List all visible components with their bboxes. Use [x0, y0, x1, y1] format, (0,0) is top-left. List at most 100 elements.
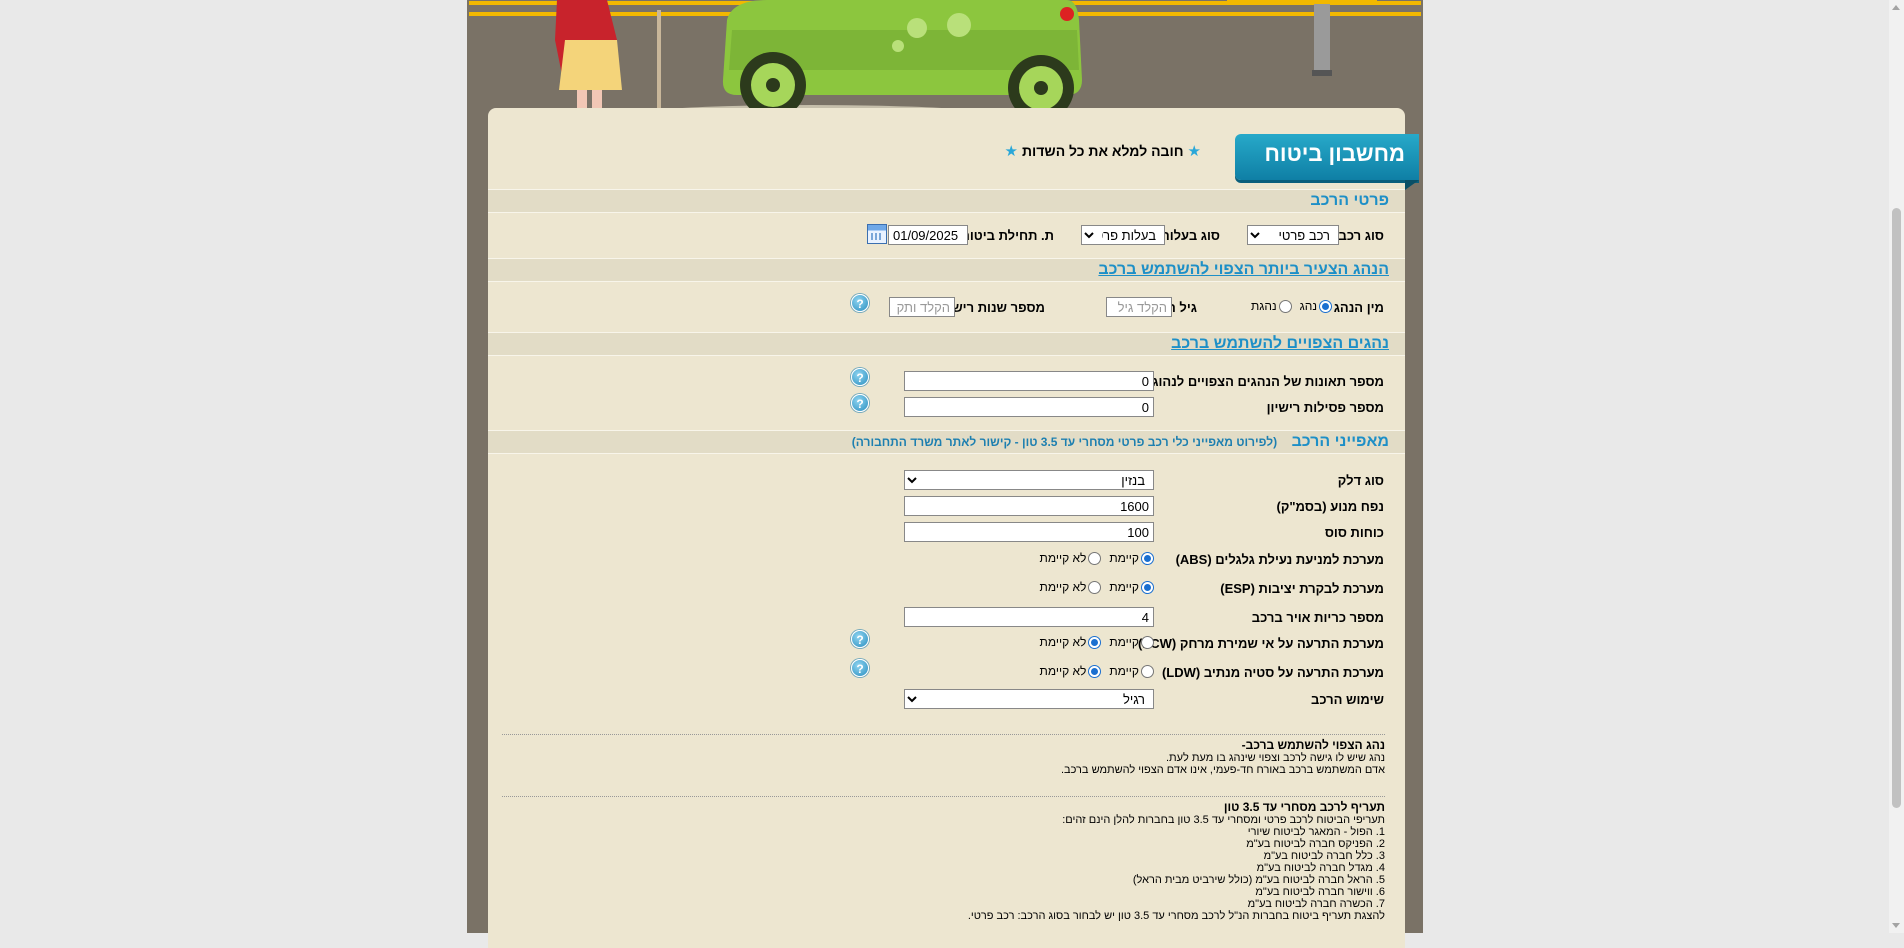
scroll-up-icon[interactable] — [1892, 5, 1900, 10]
calculator-title-badge: מחשבון ביטוח — [1235, 134, 1419, 190]
info-line: תעריפי הביטוח לרכב פרטי ומסחרי עד 3.5 טו… — [1062, 814, 1385, 826]
help-icon[interactable]: ? — [851, 294, 869, 312]
divider — [502, 796, 1385, 797]
exists-label: קיימת — [1109, 551, 1139, 565]
info-title: נהג הצפוי להשתמש ברכב- — [1241, 738, 1385, 752]
expected-driver-info: נהג הצפוי להשתמש ברכב- נהג שיש לו גישה ל… — [1061, 739, 1385, 776]
airbags-input[interactable] — [904, 607, 1154, 627]
suspensions-row: מספר פסילות רישיון ? — [488, 394, 1405, 420]
gender-radio-group: נהג נהגת — [1251, 299, 1332, 313]
vehicle-details-row: סוג רכב רכב פרטי סוג בעלות בעלות פרטית ת… — [488, 224, 1405, 248]
section-title: פרטי הרכב — [1310, 192, 1389, 209]
mandatory-note-text: חובה למלא את כל השדות — [1022, 143, 1184, 159]
abs-exists-radio[interactable] — [1141, 551, 1154, 565]
calendar-icon[interactable] — [867, 224, 887, 244]
esp-not-exists-radio[interactable] — [1088, 580, 1102, 594]
fuel-row: סוג דלק בנזין — [488, 469, 1405, 493]
ldw-radio-group: קיימת לא קיימת — [1040, 664, 1154, 678]
esp-radio-group: קיימת לא קיימת — [1040, 580, 1154, 594]
page-frame: מחשבון ביטוח ★ חובה למלא את כל השדות ★ פ… — [467, 0, 1423, 948]
esp-exists-radio[interactable] — [1141, 580, 1154, 594]
engine-input[interactable] — [904, 496, 1154, 516]
license-years-label: מספר שנות רישוי — [944, 300, 1045, 315]
help-icon[interactable]: ? — [851, 630, 869, 648]
ldw-row: מערכת התרעה על סטיה מנתיב (LDW) קיימת לא… — [488, 659, 1405, 685]
section-vehicle-details: פרטי הרכב — [488, 189, 1405, 213]
airbags-row: מספר כריות אויר ברכב — [488, 606, 1405, 630]
info-line: להצגת תעריף ביטוח בחברות הנ"ל לרכב מסחרי… — [967, 910, 1385, 922]
gender-male-radio[interactable] — [1319, 299, 1332, 313]
esp-row: מערכת לבקרת יציבות (ESP) קיימת לא קיימת — [488, 577, 1405, 601]
info-list-item: 5. הראל חברה לביטוח בע"מ (כולל שירביט מב… — [1132, 874, 1385, 886]
horsepower-label: כוחות סוס — [1324, 525, 1384, 540]
horsepower-row: כוחות סוס — [488, 521, 1405, 545]
ownership-select[interactable]: בעלות פרטית — [1081, 225, 1165, 245]
section-vehicle-features: מאפייני הרכב (לפירוט מאפייני כלי רכב פרט… — [488, 430, 1405, 454]
info-list-item: 6. ווישור חברה לביטוח בע"מ — [1255, 886, 1385, 898]
scroll-down-icon[interactable] — [1892, 923, 1900, 928]
fcw-radio-group: קיימת לא קיימת — [1040, 635, 1154, 649]
usage-select[interactable]: רגיל — [904, 689, 1154, 709]
abs-radio-group: קיימת לא קיימת — [1040, 551, 1154, 565]
usage-row: שימוש הרכב רגיל — [488, 688, 1405, 712]
info-list-item: 7. הכשרה חברה לביטוח בע"מ — [1247, 898, 1385, 910]
fcw-not-exists-radio[interactable] — [1088, 635, 1102, 649]
abs-not-exists-radio[interactable] — [1088, 551, 1102, 565]
license-years-input[interactable] — [889, 297, 955, 317]
airbags-label: מספר כריות אויר ברכב — [1251, 610, 1384, 625]
ldw-not-exists-radio[interactable] — [1088, 664, 1102, 678]
star-icon: ★ — [1004, 143, 1018, 160]
driver-age-input[interactable] — [1106, 297, 1172, 317]
not-exists-label: לא קיימת — [1039, 635, 1087, 649]
star-icon: ★ — [1187, 143, 1201, 160]
help-icon[interactable]: ? — [851, 659, 869, 677]
section-drivers: נהגים הצפויים להשתמש ברכב — [488, 332, 1405, 356]
fcw-exists-radio[interactable] — [1141, 635, 1154, 649]
info-list-item: 2. הפניקס חברה לביטוח בע"מ — [1246, 838, 1385, 850]
esp-label: מערכת לבקרת יציבות (ESP) — [1220, 581, 1384, 596]
info-line: אדם המשתמש ברכב באורח חד-פעמי, אינו אדם … — [1060, 764, 1385, 776]
drivers-link[interactable]: נהגים הצפויים להשתמש ברכב — [1171, 335, 1389, 352]
young-driver-link[interactable]: הנהג הצעיר ביותר הצפוי להשתמש ברכב — [1098, 261, 1389, 278]
fuel-select[interactable]: בנזין — [904, 470, 1154, 490]
exists-label: קיימת — [1109, 635, 1139, 649]
ownership-label: סוג בעלות — [1160, 228, 1220, 243]
not-exists-label: לא קיימת — [1039, 580, 1087, 594]
page-title: מחשבון ביטוח — [1264, 141, 1405, 166]
usage-label: שימוש הרכב — [1311, 692, 1384, 707]
young-driver-row: מין הנהג נהג נהגת גיל הנהג מספר שנות ריש… — [488, 294, 1405, 320]
engine-label: נפח מנוע (בסמ"ק) — [1276, 499, 1384, 514]
tariff-info: תעריף לרכב מסחרי עד 3.5 טון תעריפי הביטו… — [968, 801, 1385, 922]
vertical-scrollbar[interactable] — [1889, 0, 1904, 933]
transport-ministry-link[interactable]: (לפירוט מאפייני כלי רכב פרטי מסחרי עד 3.… — [852, 435, 1277, 449]
engine-row: נפח מנוע (בסמ"ק) — [488, 495, 1405, 519]
divider — [502, 734, 1385, 735]
gender-female-label: נהגת — [1251, 299, 1277, 313]
accidents-input[interactable] — [904, 371, 1154, 391]
info-list-item: 4. מגדל חברה לביטוח בע"מ — [1256, 862, 1385, 874]
abs-label: מערכת למניעת נעילת גלגלים (ABS) — [1175, 552, 1384, 567]
horsepower-input[interactable] — [904, 522, 1154, 542]
mandatory-note: ★ חובה למלא את כל השדות ★ — [1005, 142, 1201, 160]
fcw-label: מערכת התרעה על אי שמירת מרחק (FCW) — [1138, 636, 1384, 651]
info-title: תעריף לרכב מסחרי עד 3.5 טון — [1223, 800, 1385, 814]
ldw-label: מערכת התרעה על סטיה מנתיב (LDW) — [1161, 665, 1384, 680]
help-icon[interactable]: ? — [851, 368, 869, 386]
suspensions-label: מספר פסילות רישיון — [1266, 400, 1384, 415]
vehicle-type-select[interactable]: רכב פרטי — [1247, 225, 1339, 245]
suspensions-input[interactable] — [904, 397, 1154, 417]
scrollbar-thumb[interactable] — [1892, 208, 1901, 808]
fcw-row: מערכת התרעה על אי שמירת מרחק (FCW) קיימת… — [488, 630, 1405, 656]
gender-male-label: נהג — [1299, 299, 1317, 313]
ldw-exists-radio[interactable] — [1141, 664, 1154, 678]
gender-female-radio[interactable] — [1278, 299, 1292, 313]
help-icon[interactable]: ? — [851, 394, 869, 412]
vehicle-type-label: סוג רכב — [1338, 228, 1384, 243]
accidents-row: מספר תאונות של הנהגים הצפויים לנהוג ברכב… — [488, 368, 1405, 394]
badge-fold — [1405, 180, 1419, 190]
section-title: מאפייני הרכב — [1291, 433, 1389, 450]
info-list-item: 3. כלל חברה לביטוח בע"מ — [1263, 850, 1385, 862]
exists-label: קיימת — [1109, 664, 1139, 678]
start-date-input[interactable] — [888, 225, 968, 245]
info-list-item: 1. הפול - המאגר לביטוח שיורי — [1247, 826, 1385, 838]
